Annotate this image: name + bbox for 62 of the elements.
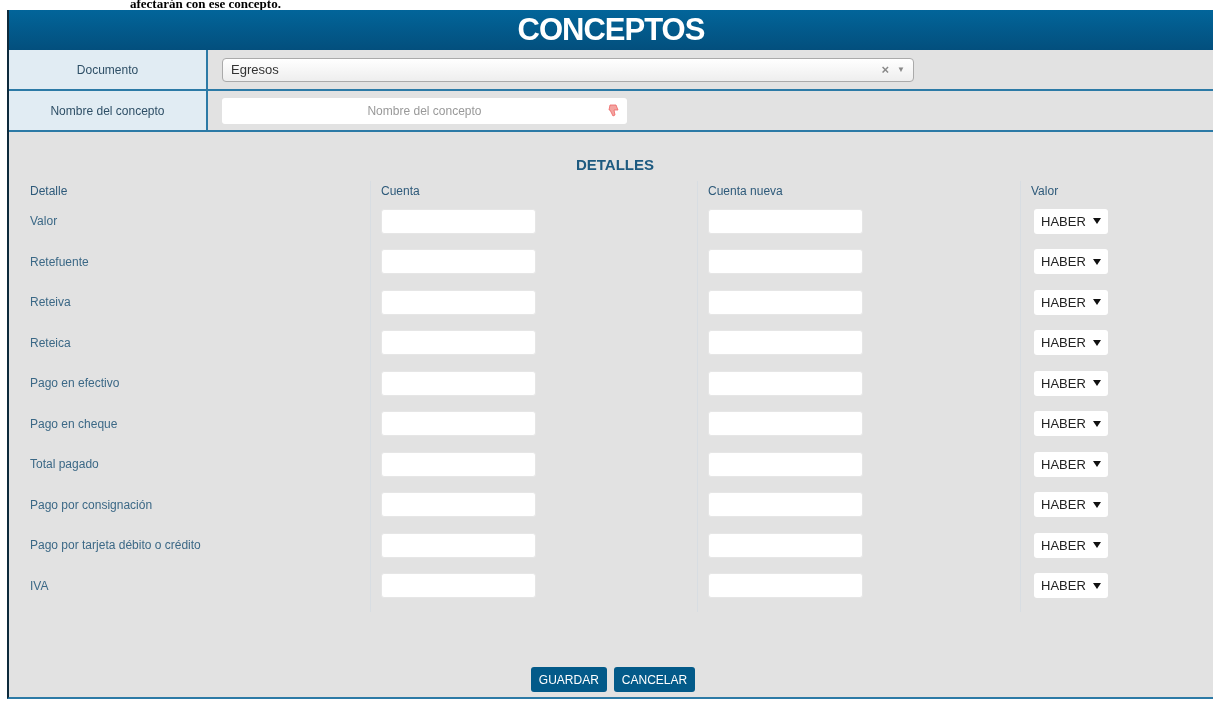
- caret-icon: [1093, 419, 1101, 428]
- field-label: Nombre del concepto: [9, 91, 208, 130]
- caret-icon: [1093, 581, 1101, 590]
- row-label: Reteica: [30, 335, 71, 350]
- account-field[interactable]: [381, 330, 536, 356]
- column-header: Cuenta: [381, 183, 421, 200]
- column-header: Valor: [1031, 183, 1060, 200]
- side-select[interactable]: HABER: [1034, 532, 1108, 558]
- caret-icon: [1093, 217, 1101, 226]
- side-select[interactable]: HABER: [1034, 330, 1108, 356]
- account-field[interactable]: [708, 289, 863, 315]
- caret-icon: [1093, 338, 1101, 347]
- cancel-button[interactable]: CANCELAR: [613, 667, 696, 692]
- document-select[interactable]: Egresos × ▼: [222, 57, 914, 82]
- caret-icon: [1093, 541, 1101, 550]
- account-field[interactable]: [381, 370, 536, 396]
- row-label: Pago por tarjeta débito o crédito: [30, 538, 201, 553]
- row-label: Pago por consignación: [30, 497, 153, 512]
- concept-name-field[interactable]: Nombre del concepto: [222, 97, 627, 124]
- account-field[interactable]: [381, 532, 536, 558]
- caret-icon: [1093, 460, 1101, 469]
- side-select[interactable]: HABER: [1034, 249, 1108, 275]
- account-field[interactable]: [381, 411, 536, 437]
- side-select[interactable]: HABER: [1034, 451, 1108, 477]
- section-title: DETALLES: [574, 156, 656, 173]
- account-field[interactable]: [381, 573, 536, 599]
- caret-icon: [1093, 500, 1101, 509]
- save-button[interactable]: GUARDAR: [530, 667, 607, 692]
- caret-icon: [1093, 379, 1101, 388]
- account-field[interactable]: [381, 249, 536, 275]
- account-field[interactable]: [708, 411, 863, 437]
- row-label: IVA: [30, 578, 49, 593]
- side-select[interactable]: HABER: [1034, 208, 1108, 234]
- account-field[interactable]: [381, 208, 536, 234]
- row-label: Pago en cheque: [30, 416, 118, 431]
- account-field[interactable]: [708, 492, 863, 518]
- column-header: Cuenta nueva: [708, 183, 784, 200]
- side-select[interactable]: HABER: [1034, 492, 1108, 518]
- page-title: CONCEPTOS: [517, 12, 705, 48]
- caret-icon: [1093, 257, 1101, 266]
- account-field[interactable]: [708, 249, 863, 275]
- account-field[interactable]: [708, 532, 863, 558]
- account-field[interactable]: [708, 330, 863, 356]
- account-field[interactable]: [381, 492, 536, 518]
- side-select[interactable]: HABER: [1034, 289, 1108, 315]
- row-label: Pago en efectivo: [30, 376, 120, 391]
- account-field[interactable]: [381, 289, 536, 315]
- field-label: Documento: [9, 50, 208, 89]
- account-field[interactable]: [708, 573, 863, 599]
- side-select[interactable]: HABER: [1034, 573, 1108, 599]
- account-field[interactable]: [381, 451, 536, 477]
- row-label: Reteiva: [30, 295, 71, 310]
- side-select[interactable]: HABER: [1034, 370, 1108, 396]
- account-field[interactable]: [708, 208, 863, 234]
- row-label: Total pagado: [30, 457, 99, 472]
- caret-icon: [1093, 298, 1101, 307]
- row-label: Valor: [30, 214, 58, 229]
- account-field[interactable]: [708, 451, 863, 477]
- account-field[interactable]: [708, 370, 863, 396]
- column-header: Detalle: [30, 183, 69, 200]
- row-label: Retefuente: [30, 254, 89, 269]
- side-select[interactable]: HABER: [1034, 411, 1108, 437]
